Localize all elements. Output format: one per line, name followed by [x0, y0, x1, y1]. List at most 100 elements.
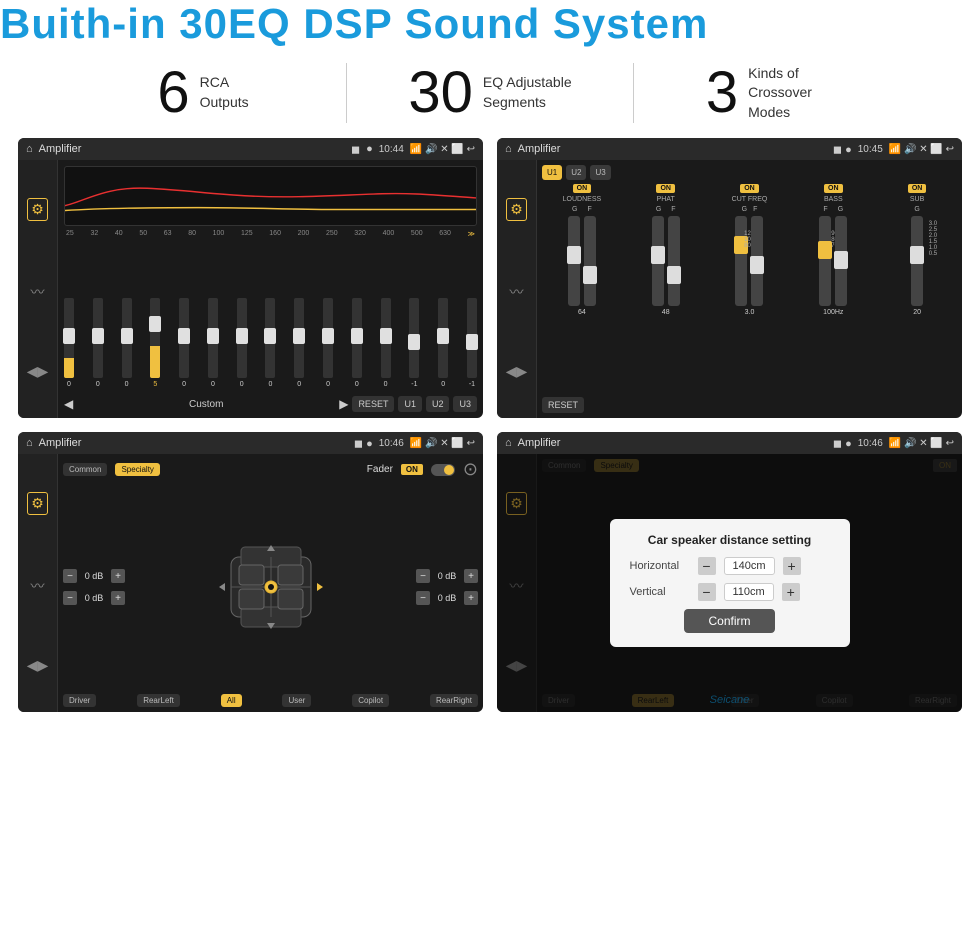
vertical-value: 110cm — [724, 583, 774, 601]
user-button[interactable]: User — [282, 694, 311, 707]
db-plus-rr[interactable]: + — [464, 591, 478, 605]
specialty-button[interactable]: Specialty — [115, 463, 159, 476]
home-icon-3[interactable]: ⌂ — [26, 437, 33, 449]
eq-slider-8[interactable]: 0 — [294, 298, 304, 388]
preset-u2[interactable]: U2 — [566, 165, 586, 180]
db-control-rr: − 0 dB + — [416, 591, 478, 605]
eq-slider-9[interactable]: 0 — [323, 298, 333, 388]
eq-side-icon-1[interactable]: ⚙ — [27, 198, 48, 221]
eq-slider-6[interactable]: 0 — [237, 298, 247, 388]
db-minus-rr[interactable]: − — [416, 591, 430, 605]
play-next-icon[interactable]: ▶ — [339, 397, 348, 411]
screen-fader-bar: ⌂ Amplifier ◼ ● 10:46 📶 🔊 ✕ ⬜ ↩ — [18, 432, 483, 454]
home-icon[interactable]: ⌂ — [26, 143, 33, 155]
fader-label: Fader — [367, 464, 393, 475]
stat-rca: 6 RCA Outputs — [60, 64, 346, 122]
u1-button[interactable]: U1 — [398, 396, 422, 412]
screen-amplifier: ⌂ Amplifier ◼ ● 10:45 📶 🔊 ✕ ⬜ ↩ ⚙ 〰 ◀▶ U… — [497, 138, 962, 418]
reset-button[interactable]: RESET — [352, 396, 394, 412]
horizontal-plus[interactable]: + — [783, 557, 801, 575]
driver-button[interactable]: Driver — [63, 694, 96, 707]
fader-side-icon-1[interactable]: ⚙ — [27, 492, 48, 515]
all-button[interactable]: All — [221, 694, 242, 707]
eq-slider-2[interactable]: 0 — [122, 298, 132, 388]
amp-side-icon-3[interactable]: ◀▶ — [506, 363, 528, 380]
amp-side-icon-1[interactable]: ⚙ — [506, 198, 527, 221]
bass-slider-f[interactable]: 90Hz80Hz70Hz — [819, 216, 831, 306]
loudness-slider-g[interactable] — [568, 216, 580, 306]
u2-button[interactable]: U2 — [426, 396, 450, 412]
db-plus-rl[interactable]: + — [111, 591, 125, 605]
preset-u3[interactable]: U3 — [590, 165, 610, 180]
dialog-title: Car speaker distance setting — [630, 533, 830, 547]
channel-bass: ON BASS FG 90Hz80Hz70Hz 100Hz — [793, 184, 873, 393]
loudness-on[interactable]: ON — [573, 184, 592, 193]
eq-slider-13[interactable]: 0 — [438, 298, 448, 388]
loudness-slider-f[interactable] — [584, 216, 596, 306]
sub-on[interactable]: ON — [908, 184, 927, 193]
stat-crossover: 3 Kinds of Crossover Modes — [634, 64, 920, 123]
loudness-label: LOUDNESS — [563, 196, 602, 203]
rearright-button[interactable]: RearRight — [430, 694, 478, 707]
eq-slider-3[interactable]: 5 — [150, 298, 160, 388]
phat-slider-f[interactable] — [668, 216, 680, 306]
common-button[interactable]: Common — [63, 463, 107, 476]
bass-slider-g[interactable] — [835, 216, 847, 306]
screen-eq: ⌂ Amplifier ◼ ● 10:44 📶 🔊 ✕ ⬜ ↩ ⚙ 〰 ◀▶ — [18, 138, 483, 418]
cutfreq-on[interactable]: ON — [740, 184, 759, 193]
phat-slider-g[interactable] — [652, 216, 664, 306]
vertical-plus[interactable]: + — [782, 583, 800, 601]
amp2-reset-button[interactable]: RESET — [542, 397, 584, 413]
play-prev-icon[interactable]: ◀ — [64, 397, 73, 411]
eq-slider-11[interactable]: 0 — [381, 298, 391, 388]
horizontal-minus[interactable]: − — [698, 557, 716, 575]
fader-knob-icon[interactable]: ⊙ — [463, 459, 478, 480]
fader-side-icon-3[interactable]: ◀▶ — [27, 657, 49, 674]
rearleft-button[interactable]: RearLeft — [137, 694, 180, 707]
eq-bottom: ◀ Custom ▶ RESET U1 U2 U3 — [64, 396, 477, 412]
eq-slider-1[interactable]: 0 — [93, 298, 103, 388]
eq-slider-4[interactable]: 0 — [179, 298, 189, 388]
u3-button[interactable]: U3 — [453, 396, 477, 412]
page-title: Buith-in 30EQ DSP Sound System — [0, 0, 980, 48]
stat-number-rca: 6 — [157, 64, 189, 122]
eq-curve — [64, 166, 477, 226]
db-plus-fr[interactable]: + — [464, 569, 478, 583]
cutfreq-slider-f[interactable] — [751, 216, 763, 306]
eq-slider-10[interactable]: 0 — [352, 298, 362, 388]
side-panel-fader: ⚙ 〰 ◀▶ — [18, 454, 58, 712]
db-plus-fl[interactable]: + — [111, 569, 125, 583]
fader-bottom: Driver RearLeft All User Copilot RearRig… — [63, 694, 478, 707]
fader-toggle[interactable] — [431, 464, 455, 476]
car-diagram — [131, 537, 410, 637]
bass-on[interactable]: ON — [824, 184, 843, 193]
vertical-row: Vertical − 110cm + — [630, 583, 830, 601]
eq-side-icon-2[interactable]: 〰 — [31, 282, 45, 302]
eq-slider-14[interactable]: -1 — [467, 298, 477, 388]
confirm-button[interactable]: Confirm — [684, 609, 774, 633]
eq-slider-12[interactable]: -1 — [409, 298, 419, 388]
db-minus-fr[interactable]: − — [416, 569, 430, 583]
db-minus-fl[interactable]: − — [63, 569, 77, 583]
bass-label: BASS — [824, 196, 843, 203]
fader-side-icon-2[interactable]: 〰 — [31, 576, 45, 596]
cutfreq-slider-g[interactable]: 120Hz100Hz80Hz — [735, 216, 747, 306]
screen-fader-content: ⚙ 〰 ◀▶ Common Specialty Fader ON ⊙ — [18, 454, 483, 712]
amp-side-icon-2[interactable]: 〰 — [510, 282, 524, 302]
home-icon-4[interactable]: ⌂ — [505, 437, 512, 449]
db-val-rl: 0 dB — [80, 593, 108, 603]
copilot-button[interactable]: Copilot — [352, 694, 389, 707]
eq-slider-5[interactable]: 0 — [208, 298, 218, 388]
fader-top: Common Specialty Fader ON ⊙ — [63, 459, 478, 480]
eq-slider-0[interactable]: 0 — [64, 298, 74, 388]
eq-slider-7[interactable]: 0 — [265, 298, 275, 388]
eq-side-icon-3[interactable]: ◀▶ — [27, 363, 49, 380]
phat-on[interactable]: ON — [656, 184, 675, 193]
screen-fader-dialog: ⌂ Amplifier ◼ ● 10:46 📶 🔊 ✕ ⬜ ↩ ⚙ 〰 ◀▶ C… — [497, 432, 962, 712]
preset-u1[interactable]: U1 — [542, 165, 562, 180]
db-minus-rl[interactable]: − — [63, 591, 77, 605]
phat-label: PHAT — [657, 196, 675, 203]
vertical-minus[interactable]: − — [698, 583, 716, 601]
home-icon-2[interactable]: ⌂ — [505, 143, 512, 155]
sub-slider[interactable]: 3.02.52.01.51.00.5 — [911, 216, 923, 306]
